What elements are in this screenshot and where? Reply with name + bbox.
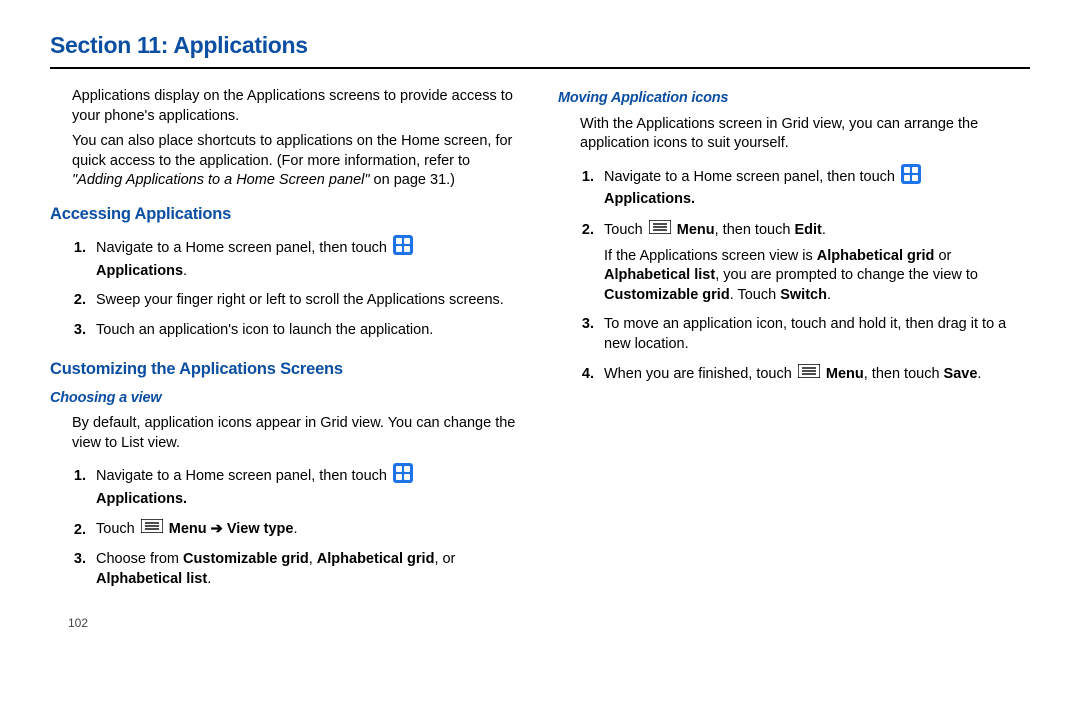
- choosing-step-3: Choose from Customizable grid, Alphabeti…: [90, 546, 522, 595]
- choosing-step-2: Touch Menu ➔ View type.: [90, 515, 522, 546]
- moving-step4-save: Save: [944, 366, 978, 382]
- page-number: 102: [50, 615, 522, 631]
- choosing-step3-alphagrid: Alphabetical grid: [317, 551, 435, 567]
- intro2-text-a: You can also place shortcuts to applicat…: [72, 133, 512, 169]
- choosing-step3-g: .: [207, 571, 211, 587]
- intro2-text-c: on page 31.): [370, 172, 455, 188]
- accessing-step1-applications: Applications: [96, 263, 183, 279]
- accessing-step-3: Touch an application's icon to launch th…: [90, 317, 522, 347]
- moving-steps: Navigate to a Home screen panel, then to…: [558, 160, 1030, 391]
- right-column: Moving Application icons With the Applic…: [558, 81, 1030, 631]
- choosing-step3-alphalist: Alphabetical list: [96, 571, 207, 587]
- moving-step1-applications: Applications.: [604, 191, 695, 207]
- menu-hamburger-icon: [649, 220, 671, 241]
- choosing-steps: Navigate to a Home screen panel, then to…: [50, 459, 522, 595]
- moving-step2f5: , you are prompted to change the view to: [715, 267, 978, 283]
- intro2-ref: "Adding Applications to a Home Screen pa…: [72, 172, 370, 188]
- moving-step2f7: . Touch: [730, 287, 781, 303]
- moving-step4-menu: Menu: [826, 366, 864, 382]
- accessing-steps: Navigate to a Home screen panel, then to…: [50, 231, 522, 346]
- moving-step4-dot: .: [977, 366, 981, 382]
- heading-customizing: Customizing the Applications Screens: [50, 358, 522, 380]
- moving-step-2: Touch Menu, then touch Edit. If the Appl…: [598, 216, 1030, 311]
- content-columns: Applications display on the Applications…: [50, 81, 1030, 631]
- moving-step2f6: Customizable grid: [604, 287, 730, 303]
- menu-hamburger-icon: [141, 519, 163, 540]
- moving-step2-a: Touch: [604, 222, 647, 238]
- moving-step2f3: or: [934, 248, 951, 264]
- moving-step2f1: If the Applications screen view is: [604, 248, 817, 264]
- choosing-step3-c: ,: [309, 551, 317, 567]
- choosing-step1-a: Navigate to a Home screen panel, then to…: [96, 468, 391, 484]
- choosing-step-1: Navigate to a Home screen panel, then to…: [90, 459, 522, 515]
- moving-step2-dot: .: [822, 222, 826, 238]
- choosing-step3-e: , or: [434, 551, 455, 567]
- moving-step2-edit: Edit: [794, 222, 821, 238]
- choosing-intro: By default, application icons appear in …: [50, 414, 522, 453]
- choosing-step2-arrow: ➔: [207, 522, 227, 538]
- moving-step4-c: , then touch: [864, 366, 944, 382]
- applications-grid-icon: [393, 463, 413, 490]
- moving-step1-a: Navigate to a Home screen panel, then to…: [604, 169, 899, 185]
- moving-step2-note: If the Applications screen view is Alpha…: [604, 247, 1030, 306]
- moving-step2f4: Alphabetical list: [604, 267, 715, 283]
- intro-paragraph-2: You can also place shortcuts to applicat…: [50, 132, 522, 191]
- section-title: Section 11: Applications: [50, 30, 1030, 69]
- moving-step2-menu: Menu: [677, 222, 715, 238]
- choosing-step2-a: Touch: [96, 522, 139, 538]
- moving-step2f9: .: [827, 287, 831, 303]
- choosing-step2-viewtype: View type: [227, 522, 294, 538]
- moving-step2f8: Switch: [780, 287, 827, 303]
- applications-grid-icon: [901, 164, 921, 191]
- moving-step-3: To move an application icon, touch and h…: [598, 311, 1030, 360]
- accessing-step-1: Navigate to a Home screen panel, then to…: [90, 231, 522, 287]
- accessing-step1-dot: .: [183, 263, 187, 279]
- heading-accessing-applications: Accessing Applications: [50, 203, 522, 225]
- choosing-step2-dot: .: [293, 522, 297, 538]
- moving-intro: With the Applications screen in Grid vie…: [558, 115, 1030, 154]
- accessing-step1-text-a: Navigate to a Home screen panel, then to…: [96, 240, 391, 256]
- moving-step4-a: When you are finished, touch: [604, 366, 796, 382]
- heading-choosing-view: Choosing a view: [50, 389, 522, 409]
- applications-grid-icon: [393, 235, 413, 262]
- moving-step-4: When you are finished, touch Menu, then …: [598, 360, 1030, 391]
- intro-paragraph-1: Applications display on the Applications…: [50, 87, 522, 126]
- moving-step2-c: , then touch: [715, 222, 795, 238]
- menu-hamburger-icon: [798, 364, 820, 385]
- moving-step-1: Navigate to a Home screen panel, then to…: [598, 160, 1030, 216]
- choosing-step3-a: Choose from: [96, 551, 183, 567]
- moving-step2f2: Alphabetical grid: [817, 248, 935, 264]
- choosing-step1-applications: Applications.: [96, 491, 187, 507]
- heading-moving-icons: Moving Application icons: [558, 89, 1030, 109]
- choosing-step2-menu: Menu: [169, 522, 207, 538]
- accessing-step-2: Sweep your finger right or left to scrol…: [90, 287, 522, 317]
- choosing-step3-custgrid: Customizable grid: [183, 551, 309, 567]
- left-column: Applications display on the Applications…: [50, 81, 522, 631]
